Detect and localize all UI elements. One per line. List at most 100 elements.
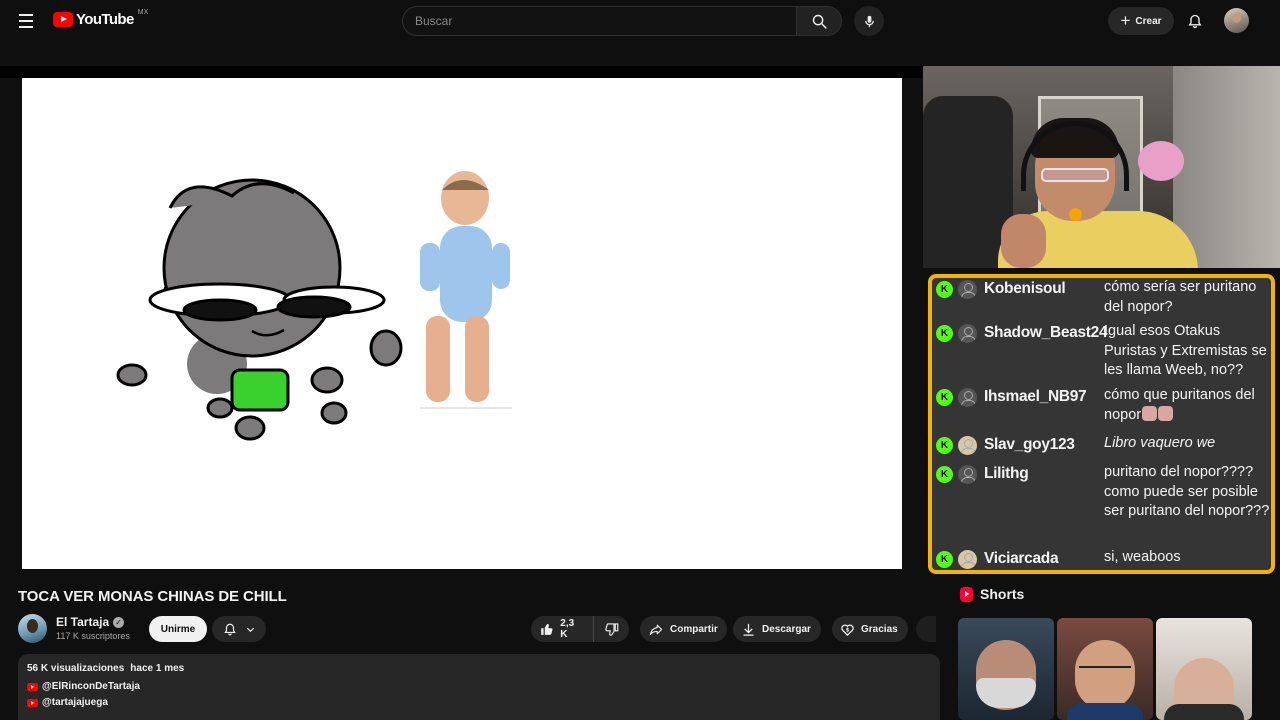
like-button[interactable]: 2,3 K — [531, 616, 594, 642]
like-dislike-group: 2,3 K — [531, 616, 629, 642]
video-frame — [116, 171, 512, 441]
youtube-icon — [27, 698, 38, 707]
short-thumbnail[interactable] — [1156, 618, 1252, 720]
search-box — [402, 6, 797, 36]
chat-text: Igual esos Otakus Puristas y Extremistas… — [1104, 323, 1267, 378]
cam-hand — [1001, 214, 1046, 268]
search-icon — [812, 14, 827, 29]
thumbs-up-icon — [541, 623, 553, 635]
kick-badge-icon: K — [936, 466, 953, 483]
short-glasses — [1079, 666, 1131, 675]
notifications-button[interactable] — [1183, 9, 1207, 33]
chat-username: Kobenisoul — [984, 280, 1066, 297]
channel-mention-link[interactable]: @ElRinconDeTartaja — [27, 681, 931, 692]
like-count: 2,3 K — [560, 618, 575, 640]
youtube-logo[interactable]: YouTube MX — [53, 9, 149, 28]
channel-mention-link[interactable]: @tartajajuega — [27, 697, 931, 708]
short-shirt — [1067, 703, 1143, 720]
chat-username: Lilithg — [984, 465, 1029, 482]
mention-text: @tartajajuega — [42, 697, 108, 708]
user-avatar-icon — [958, 388, 977, 407]
create-button[interactable]: + Crear — [1108, 7, 1174, 35]
short-shirt — [1164, 704, 1244, 720]
channel-avatar[interactable] — [18, 614, 47, 643]
download-label: Descargar — [762, 623, 811, 635]
chevron-down-icon — [246, 627, 254, 632]
account-avatar[interactable] — [1224, 8, 1249, 33]
short-thumbnail[interactable] — [958, 618, 1054, 720]
user-avatar-icon — [958, 280, 977, 299]
thanks-button[interactable]: $ Gracias — [832, 616, 908, 642]
short-face — [1075, 640, 1135, 710]
menu-icon[interactable] — [14, 9, 38, 33]
player-frame — [0, 66, 923, 78]
chat-text: cómo sería ser puritano del nopor? — [1104, 279, 1257, 315]
share-button[interactable]: Compartir — [640, 616, 727, 642]
chat-username: Viciarcada — [984, 550, 1059, 567]
streamer-camera — [923, 66, 1280, 268]
bell-icon — [223, 623, 236, 635]
emoji-icon — [1158, 405, 1174, 421]
voice-search-button[interactable] — [854, 6, 884, 36]
join-button[interactable]: Unirme — [149, 616, 207, 642]
video-title: TOCA VER MONAS CHINAS DE CHILL — [18, 588, 287, 605]
video-player[interactable] — [22, 78, 902, 569]
channel-name: El Tartaja — [56, 615, 110, 629]
share-label: Compartir — [670, 623, 718, 635]
chat-message: K Ihsmael_NB97 cómo que puritanos del no… — [936, 386, 1271, 425]
logo-text: YouTube — [76, 11, 134, 28]
mention-text: @ElRinconDeTartaja — [42, 681, 140, 692]
kick-badge-icon: K — [936, 281, 953, 298]
channel-name-link[interactable]: El Tartaja ✓ — [56, 615, 125, 629]
shorts-header: Shorts — [960, 586, 1024, 602]
chat-message: K Viciarcada si, weaboos — [936, 548, 1271, 570]
description-box[interactable]: 56 K visualizaciones hace 1 mes @ElRinco… — [18, 654, 940, 720]
cartoon-character — [116, 178, 403, 441]
user-avatar-icon — [958, 550, 977, 569]
country-code: MX — [137, 9, 149, 16]
subscriber-count: 117 K suscriptores — [56, 631, 130, 641]
more-actions-button[interactable] — [916, 616, 936, 642]
thanks-label: Gracias — [861, 623, 898, 635]
verified-icon: ✓ — [113, 616, 125, 628]
chat-text-wrap: cómo que puritanos del nopor — [1104, 386, 1271, 425]
user-avatar-icon — [958, 436, 977, 455]
download-icon — [743, 623, 754, 636]
microphone-icon — [864, 15, 874, 27]
youtube-icon — [27, 682, 38, 691]
cam-jacket — [923, 96, 1013, 268]
chat-text: puritano del nopor???? como puede ser po… — [1104, 464, 1270, 519]
kick-badge-icon: K — [936, 325, 953, 342]
cam-plush — [1138, 141, 1184, 181]
user-avatar-icon — [958, 465, 977, 484]
chat-username: Ihsmael_NB97 — [984, 388, 1087, 405]
subscription-bell-button[interactable] — [212, 616, 266, 642]
dislike-button[interactable] — [594, 616, 629, 642]
search-button[interactable] — [796, 6, 842, 36]
short-thumbnail[interactable] — [1057, 618, 1153, 720]
chat-username: Shadow_Beast24 — [984, 324, 1108, 341]
shorts-icon — [960, 586, 973, 602]
chat-text: si, weaboos — [1104, 549, 1181, 565]
download-button[interactable]: Descargar — [733, 616, 821, 642]
top-bar: YouTube MX + Crear — [0, 0, 1280, 42]
cam-glasses — [1041, 168, 1109, 182]
thumbs-down-icon — [605, 622, 619, 636]
svg-text:$: $ — [846, 627, 850, 633]
heart-dollar-icon: $ — [841, 624, 854, 636]
short-beard — [976, 678, 1036, 708]
kick-badge-icon: K — [936, 437, 953, 454]
emoji-icon — [1142, 405, 1158, 421]
shorts-title: Shorts — [980, 586, 1025, 602]
share-icon — [649, 624, 663, 635]
baby-photo — [420, 171, 512, 409]
description-meta: 56 K visualizaciones hace 1 mes — [27, 663, 931, 674]
upload-date: hace 1 mes — [130, 663, 185, 674]
chat-message: K Shadow_Beast24 Igual esos Otakus Puris… — [936, 322, 1271, 381]
create-label: Crear — [1135, 15, 1162, 27]
kick-badge-icon: K — [936, 389, 953, 406]
search-input[interactable] — [415, 14, 785, 28]
user-avatar-icon — [958, 324, 977, 343]
cam-lollipop — [1069, 208, 1082, 221]
stream-chat-overlay: K Kobenisoul cómo sería ser puritano del… — [928, 274, 1275, 574]
